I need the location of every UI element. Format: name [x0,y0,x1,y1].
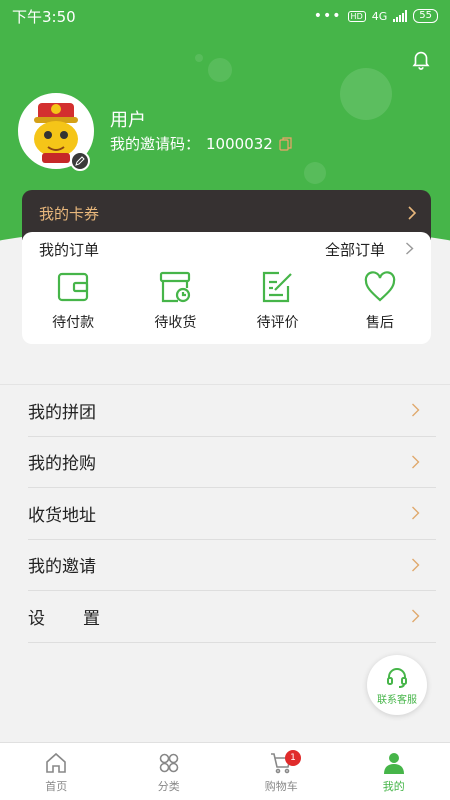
order-pending-review[interactable]: 待评价 [227,270,329,332]
menu-item-label: 我的抢购 [28,454,96,475]
orders-title: 我的订单 [39,241,100,259]
wallet-icon [58,272,89,302]
pencil-icon [75,156,85,166]
menu-item-address[interactable]: 收货地址 [28,488,436,540]
status-time: 下午3:50 [12,7,76,26]
chevron-right-icon [412,558,420,571]
status-bar: 下午3:50 ••• HD 4G 55 [0,0,450,32]
menu-item-label: 我的拼团 [28,402,96,423]
menu-item-label: 设置 [28,608,138,629]
order-item-label: 待评价 [256,315,299,331]
decor-bubble [195,54,203,62]
decor-bubble [304,162,326,184]
cart-count-badge: 1 [285,750,301,766]
menu-item-invitations[interactable]: 我的邀请 [28,540,436,591]
bell-icon[interactable] [410,48,432,70]
delivery-clock-icon [160,271,191,303]
nav-label: 分类 [157,780,180,793]
username: 用户 [110,110,146,131]
nav-cart[interactable]: 购物车 1 [225,743,338,800]
decor-bubble [340,68,392,120]
chevron-right-icon [412,506,420,520]
nav-label: 我的 [382,780,405,793]
customer-service-label: 联系客服 [377,694,417,706]
nav-label: 首页 [45,780,68,793]
copy-icon[interactable] [279,136,293,151]
chevron-right-icon [412,403,420,417]
menu-item-settings[interactable]: 设置 [28,591,436,643]
menu-item-label: 我的邀请 [28,557,96,578]
order-pending-payment[interactable]: 待付款 [22,270,124,332]
orders-card: 我的订单 全部订单 待付款 待收货 待评价 售后 [22,232,431,344]
invite-label: 我的邀请码： [110,135,201,153]
status-icons: ••• HD 4G 55 [314,8,438,24]
menu-item-flash-sale[interactable]: 我的抢购 [28,437,436,488]
my-coupons-label: 我的卡券 [39,205,100,223]
home-icon [46,752,67,773]
chevron-right-icon[interactable] [405,242,414,255]
nav-mine[interactable]: 我的 [338,743,450,800]
more-dots-icon: ••• [313,8,342,24]
bottom-nav: 首页 分类 购物车 1 我的 [0,742,450,800]
menu-list: 我的拼团 我的抢购 收货地址 我的邀请 设置 [0,384,450,643]
nav-home[interactable]: 首页 [0,743,113,800]
order-status-row: 待付款 待收货 待评价 售后 [22,270,431,332]
invite-code-row: 我的邀请码： 1000032 [110,133,293,154]
chevron-right-icon [412,455,420,468]
user-icon [383,753,404,774]
menu-item-label: 收货地址 [28,505,96,526]
hd-icon: HD [347,10,366,22]
order-item-label: 待收货 [154,315,197,331]
order-pending-receipt[interactable]: 待收货 [124,270,226,332]
heart-icon [364,271,396,302]
nav-label: 购物车 [264,780,298,793]
edit-avatar-button[interactable] [70,151,90,171]
nav-category[interactable]: 分类 [113,743,226,800]
all-orders-link[interactable]: 全部订单 [325,239,385,260]
network-type: 4G [371,9,388,23]
chevron-right-icon [412,609,420,623]
battery-icon: 55 [413,9,438,23]
order-item-label: 售后 [365,315,394,331]
decor-bubble [208,58,232,82]
chevron-right-icon [408,206,417,220]
signal-icon [393,10,408,22]
order-item-label: 待付款 [52,315,95,331]
edit-review-icon [262,271,292,303]
avatar-wrapper[interactable] [18,93,94,171]
order-after-sales[interactable]: 售后 [329,270,431,332]
invite-code: 1000032 [206,134,273,153]
menu-item-group-buy[interactable]: 我的拼团 [28,385,436,437]
category-icon [159,753,179,773]
headset-icon [387,667,407,688]
customer-service-button[interactable]: 联系客服 [367,655,427,715]
